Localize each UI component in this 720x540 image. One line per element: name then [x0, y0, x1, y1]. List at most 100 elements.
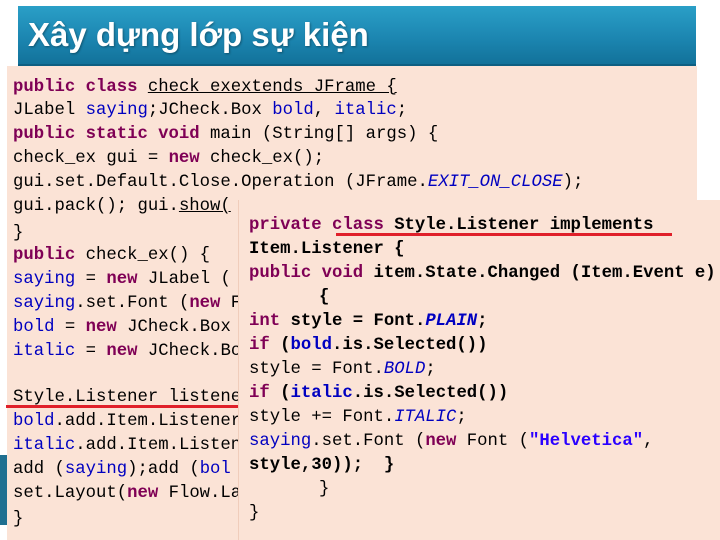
code-line-7: } — [13, 224, 23, 244]
popup-line-3: public void item.State.Changed (Item.Eve… — [249, 264, 716, 284]
punct: ; — [456, 408, 467, 427]
text: style = Font. — [280, 312, 426, 331]
brace: } — [13, 224, 24, 243]
text: .is.Selected()) — [331, 336, 488, 355]
text: = — [75, 270, 107, 289]
brace: } — [319, 480, 330, 499]
popup-line-5: int style = Font.PLAIN; — [249, 312, 488, 332]
popup-line-2: Item.Listener { — [249, 240, 405, 260]
code-line-11: bold = new JCheck.Box — [13, 318, 231, 338]
popup-line-6: if (bold.is.Selected()) — [249, 336, 488, 356]
kw: new — [106, 342, 138, 361]
text: check_ex gui = — [13, 149, 169, 168]
text: add ( — [13, 460, 65, 479]
code-line-10: saying.set.Font (new F — [13, 294, 241, 314]
text: JCheck.Bo — [137, 342, 242, 361]
popup-line-12: } — [319, 480, 329, 500]
popup-line-10: saying.set.Font (new Font ("Helvetica", — [249, 432, 653, 452]
kw: int — [249, 312, 281, 331]
popup-line-13: } — [249, 504, 259, 524]
text: .set.Font ( — [75, 294, 190, 313]
text: show( — [178, 197, 231, 216]
kw: if — [249, 384, 270, 403]
punct: ; — [477, 312, 488, 331]
field: bold — [272, 101, 314, 120]
popup-line-8: if (italic.is.Selected()) — [249, 384, 508, 404]
text: gui.set.Default.Close.Operation (JFrame. — [13, 173, 428, 192]
left-decor-bar — [0, 455, 7, 525]
text: .set.Font ( — [311, 432, 426, 451]
popup-line-7: style = Font.BOLD; — [249, 360, 436, 380]
popup-line-11: style,30)); } — [249, 456, 394, 476]
field: bold — [13, 412, 55, 431]
text: main (String[] args) { — [199, 125, 439, 144]
code-line-4: check_ex gui = new check_ex(); — [13, 149, 324, 169]
code-line-1: public class check_exextends JFrame { — [13, 78, 397, 98]
kw: public — [13, 78, 76, 97]
field: saying — [85, 101, 148, 120]
field: saying — [64, 460, 128, 479]
text: JLabel ( — [137, 270, 231, 289]
text: .add.Item.Listener — [54, 412, 242, 431]
code-line-17: set.Layout(new Flow.Lay — [13, 484, 252, 504]
text: = — [75, 342, 107, 361]
kw: new — [425, 432, 457, 451]
punct: , — [643, 432, 654, 451]
brace: } — [249, 504, 260, 523]
field: bol — [199, 460, 231, 479]
code-line-3: public static void main (String[] args) … — [13, 125, 438, 145]
punct: ); — [562, 173, 584, 192]
text: style,30)); } — [249, 456, 395, 475]
text: );add ( — [127, 460, 200, 479]
field: saying — [249, 432, 312, 451]
field: italic — [13, 342, 76, 361]
text: = — [54, 318, 86, 337]
text: ( — [269, 384, 291, 403]
field: bold — [290, 336, 332, 355]
text: check_ex(); — [199, 149, 325, 168]
code-line-16: add (saying);add (bol — [13, 460, 231, 480]
text: .add.Item.Listene — [75, 436, 252, 455]
code-line-9: saying = new JLabel ( — [13, 270, 231, 290]
type: ;JCheck.Box — [147, 101, 273, 120]
kw: new — [168, 149, 200, 168]
field: saying — [13, 270, 76, 289]
code-line-15: italic.add.Item.Listene — [13, 436, 252, 456]
code-line-18: } — [13, 510, 23, 530]
text: style = Font. — [249, 360, 384, 379]
string: "Helvetica" — [529, 432, 644, 451]
text: item.State.Changed (Item.Event e) — [363, 264, 716, 283]
field: bold — [13, 318, 55, 337]
text: ( — [269, 336, 291, 355]
punct: ; — [396, 101, 408, 120]
kw: new — [189, 294, 221, 313]
text: .is.Selected()) — [352, 384, 509, 403]
annotation-underline-popup — [336, 233, 672, 236]
popup-line-4: { — [319, 288, 329, 308]
kw: public void — [249, 264, 364, 283]
class-decl: check_exextends JFrame { — [147, 78, 397, 97]
slide-title-bar: Xây dựng lớp sự kiện — [18, 6, 696, 66]
kw: if — [249, 336, 270, 355]
punct: ; — [425, 360, 436, 379]
kw: new — [127, 484, 159, 503]
punct: , — [313, 101, 335, 120]
field: saying — [13, 294, 76, 313]
type: JLabel — [13, 101, 86, 120]
constant: BOLD — [383, 360, 426, 379]
text: Item.Listener { — [249, 240, 405, 259]
text: JCheck.Box — [116, 318, 231, 337]
code-line-14: bold.add.Item.Listener — [13, 412, 241, 432]
text: check_ex() { — [75, 246, 211, 265]
code-line-12: italic = new JCheck.Bo — [13, 342, 241, 362]
kw: public — [13, 246, 76, 265]
popup-line-9: style += Font.ITALIC; — [249, 408, 467, 428]
style-listener-popup: private class Style.Listener implements … — [238, 200, 720, 540]
brace: } — [13, 510, 24, 529]
constant: PLAIN — [425, 312, 478, 331]
code-line-2: JLabel saying;JCheck.Box bold, italic; — [13, 101, 407, 121]
text: gui.pack(); gui. — [13, 197, 179, 216]
brace: { — [319, 288, 330, 307]
text: style += Font. — [249, 408, 395, 427]
kw: public static void — [13, 125, 200, 144]
